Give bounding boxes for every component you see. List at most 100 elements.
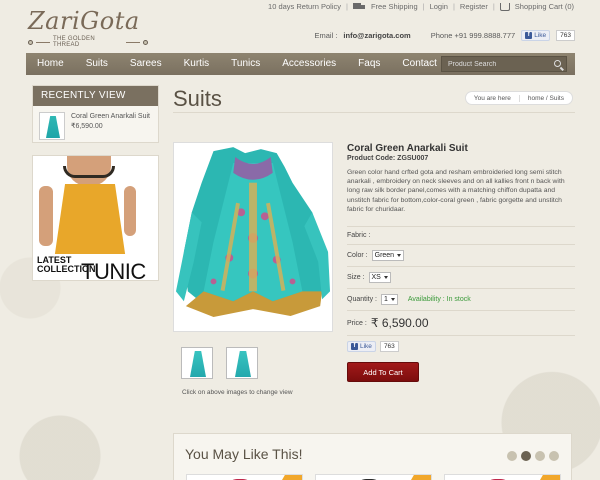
social-row: f Like 763	[347, 335, 575, 357]
nav-item-sarees[interactable]: Sarees	[119, 53, 173, 75]
product-thumbnails	[181, 347, 258, 379]
anarkali-suit-image	[175, 147, 331, 317]
chevron-down-icon	[397, 254, 402, 258]
promo-necklace-image	[63, 166, 115, 178]
recommended-product-card[interactable]	[315, 474, 432, 480]
promo-model-arm	[39, 186, 53, 246]
product-code: Product Code: ZGSU007	[347, 155, 429, 162]
divider	[173, 112, 575, 113]
price-row: Price : ₹ 6,590.00	[347, 310, 575, 335]
color-row: Color : Green	[347, 244, 575, 266]
recently-viewed-item[interactable]: Coral Green Anarkali Suit ₹6,590.00	[33, 106, 158, 146]
search-icon[interactable]	[554, 60, 561, 67]
recommended-products	[186, 474, 561, 480]
add-to-cart-button[interactable]: Add To Cart	[347, 362, 419, 382]
truck-icon	[352, 2, 366, 11]
brand-tagline-row: THE GOLDEN THREAD	[28, 36, 148, 48]
dress-image	[46, 116, 60, 138]
recommended-product-card[interactable]	[186, 474, 303, 480]
chevron-down-icon	[390, 298, 395, 302]
product-description: Green color hand crfted gota and resham …	[347, 169, 565, 213]
page-title: Suits	[173, 86, 222, 111]
register-link[interactable]: Register	[460, 2, 488, 11]
tagline-ornament-left-icon	[28, 39, 33, 45]
product-info: Coral Green Anarkali Suit Product Code: …	[347, 143, 575, 357]
quantity-label: Quantity :	[347, 296, 377, 304]
recent-item-price: ₹6,590.00	[71, 123, 103, 130]
carousel-dot[interactable]	[507, 451, 517, 461]
shopping-cart-link[interactable]: Shopping Cart (0)	[515, 2, 574, 11]
quantity-select[interactable]: 1	[380, 294, 398, 306]
nav-item-kurtis[interactable]: Kurtis	[173, 53, 221, 75]
divider: |	[492, 2, 495, 11]
divider: |	[422, 2, 425, 11]
brand-tagline: THE GOLDEN THREAD	[52, 36, 95, 48]
quantity-select-value: 1	[383, 296, 388, 304]
main-product-image[interactable]	[173, 142, 333, 332]
breadcrumb: You are here home / Suits	[464, 91, 573, 105]
product-thumbnail-2[interactable]	[226, 347, 258, 379]
color-select[interactable]: Green	[371, 250, 405, 262]
facebook-like-button[interactable]: f Like	[521, 30, 551, 41]
you-may-like-section: You May Like This!	[173, 433, 572, 480]
size-row: Size : XS	[347, 266, 575, 288]
tagline-line-right	[126, 41, 141, 43]
product-ribbon	[408, 475, 431, 480]
price-label: Price :	[347, 319, 367, 327]
recently-viewed-panel: RECENTLY VIEW Coral Green Anarkali Suit …	[32, 85, 159, 143]
size-select-value: XS	[371, 274, 381, 282]
facebook-icon: f	[525, 32, 533, 39]
cart-icon	[499, 2, 510, 11]
recommended-product-card[interactable]	[444, 474, 561, 480]
product-ribbon	[537, 475, 560, 480]
nav-item-accessories[interactable]: Accessories	[271, 53, 347, 75]
free-shipping-link[interactable]: Free Shipping	[371, 2, 418, 11]
thumbnail-caption: Click on above images to change view	[182, 389, 293, 396]
facebook-like-label: Like	[360, 343, 372, 351]
tunic-promo-banner[interactable]: LATEST COLLECTION TUNIC	[32, 155, 159, 281]
chevron-down-icon	[383, 276, 388, 280]
promo-tunic: TUNIC	[81, 259, 146, 281]
breadcrumb-path[interactable]: home / Suits	[520, 95, 572, 102]
nav-item-suits[interactable]: Suits	[75, 53, 119, 75]
nav-item-faqs[interactable]: Faqs	[347, 53, 391, 75]
product-price: ₹ 6,590.00	[370, 316, 429, 331]
you-may-like-title: You May Like This!	[185, 446, 303, 462]
promo-tunic-image	[54, 184, 126, 254]
carousel-dot[interactable]	[549, 451, 559, 461]
brand-logo[interactable]: ZariGota THE GOLDEN THREAD	[28, 8, 148, 48]
color-label: Color :	[347, 252, 368, 260]
return-policy-link[interactable]: 10 days Return Policy	[268, 2, 341, 11]
product-ribbon	[279, 475, 302, 480]
facebook-like-button[interactable]: f Like	[347, 341, 376, 353]
carousel-dots	[507, 451, 559, 461]
tagline-line-left	[35, 41, 50, 43]
availability-status: Availability : In stock	[407, 296, 471, 304]
carousel-dot[interactable]	[535, 451, 545, 461]
promo-text: LATEST COLLECTION TUNIC	[37, 256, 146, 281]
email-label: Email :	[314, 31, 338, 40]
dress-image	[190, 351, 206, 377]
recent-item-name[interactable]: Coral Green Anarkali Suit	[71, 112, 150, 122]
recent-item-thumbnail[interactable]	[39, 112, 65, 140]
breadcrumb-label: You are here	[466, 94, 520, 102]
top-links-bar: 10 days Return Policy | Free Shipping | …	[268, 2, 574, 11]
email-link[interactable]: info@zarigota.com	[343, 31, 410, 40]
login-link[interactable]: Login	[430, 2, 448, 11]
recent-item-details: Coral Green Anarkali Suit ₹6,590.00	[71, 112, 150, 140]
size-select[interactable]: XS	[368, 272, 391, 284]
fabric-row: Fabric :	[347, 226, 575, 244]
carousel-dot-active[interactable]	[521, 451, 531, 461]
product-thumbnail-1[interactable]	[181, 347, 213, 379]
product-search-input[interactable]	[448, 60, 548, 68]
nav-item-tunics[interactable]: Tunics	[220, 53, 271, 75]
facebook-like-label: Like	[534, 32, 547, 39]
main-nav: Home Suits Sarees Kurtis Tunics Accessor…	[26, 53, 575, 75]
nav-item-contact[interactable]: Contact	[391, 53, 447, 75]
nav-item-home[interactable]: Home	[26, 53, 75, 75]
divider: |	[345, 2, 348, 11]
product-search-box	[441, 56, 567, 72]
facebook-icon: f	[351, 343, 358, 351]
dress-image	[235, 351, 251, 377]
